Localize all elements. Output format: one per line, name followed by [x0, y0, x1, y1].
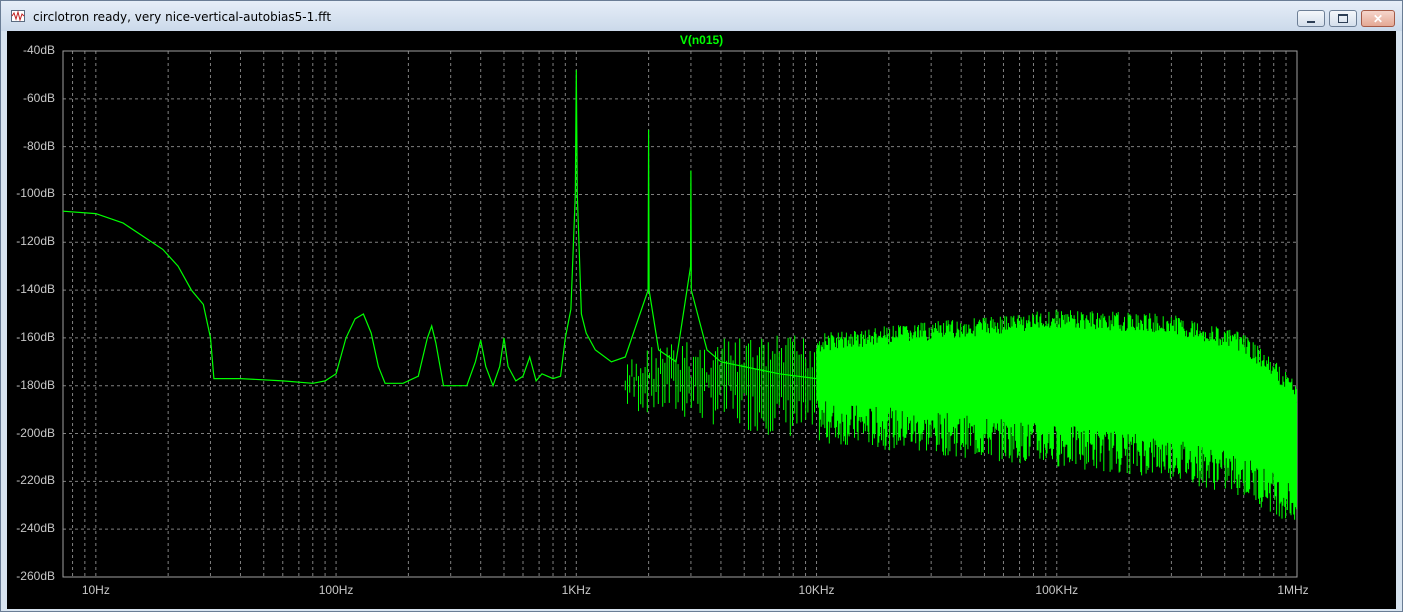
close-icon: ✕: [1372, 11, 1384, 26]
noise-band: [624, 309, 1297, 520]
minimize-button[interactable]: [1297, 10, 1325, 27]
window-title: circlotron ready, very nice-vertical-aut…: [33, 10, 332, 24]
maximize-button[interactable]: [1329, 10, 1357, 27]
fft-plot[interactable]: [7, 31, 1396, 609]
minimize-icon: [1307, 20, 1315, 23]
plot-frame: [62, 50, 1298, 578]
waveform-icon: [11, 10, 25, 22]
fft-window: circlotron ready, very nice-vertical-aut…: [0, 0, 1403, 612]
title-bar[interactable]: circlotron ready, very nice-vertical-aut…: [1, 1, 1402, 31]
maximize-icon: [1338, 14, 1348, 23]
plot-pane[interactable]: V(n015) -40dB -60dB -80dB -100dB -120dB -140d…: [7, 31, 1396, 609]
close-button[interactable]: ✕: [1361, 10, 1395, 27]
